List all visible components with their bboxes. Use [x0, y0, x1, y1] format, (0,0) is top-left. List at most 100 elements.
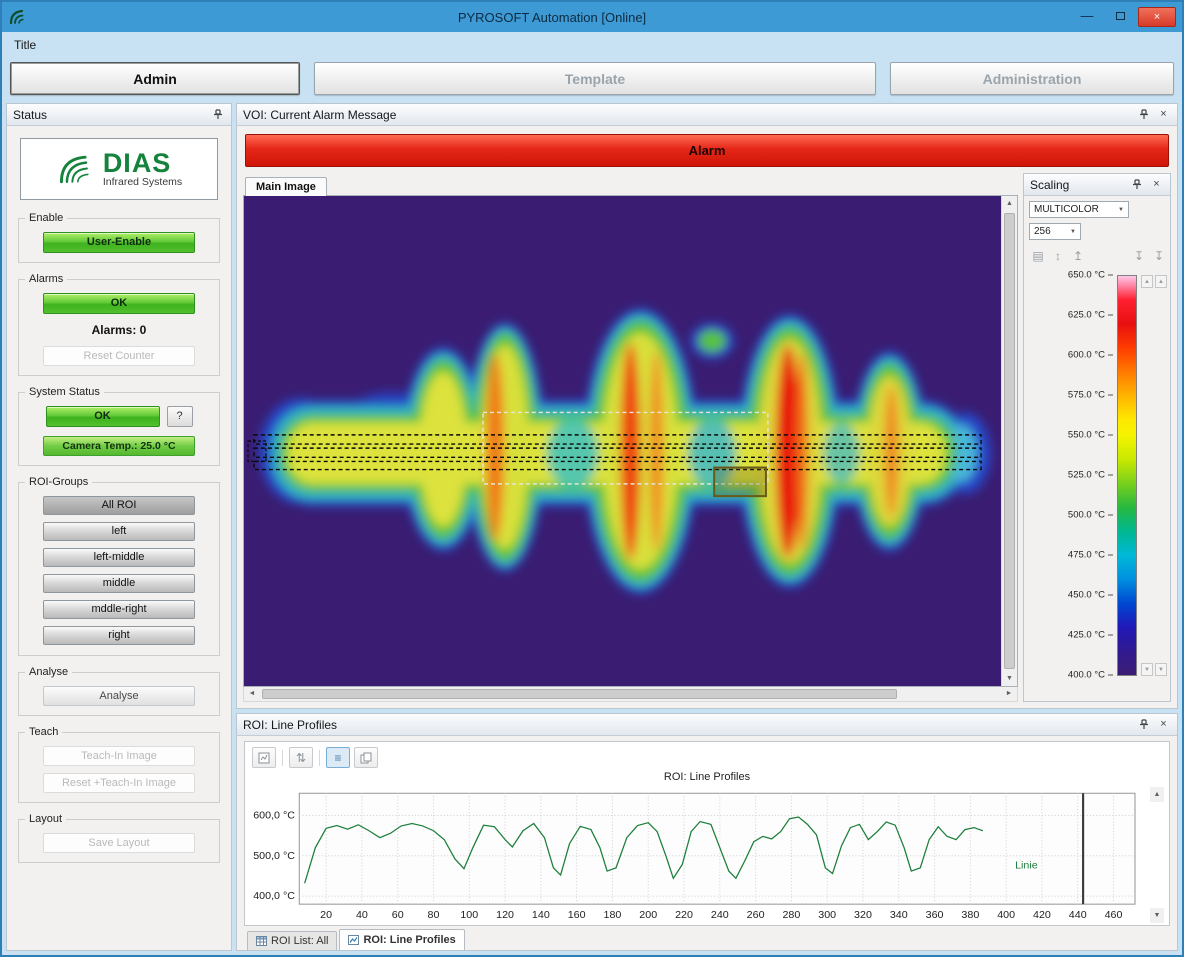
- legend-label: Linie: [1015, 860, 1038, 872]
- spin-up-icon[interactable]: ▲: [1141, 275, 1153, 288]
- roi-group-button-all-roi[interactable]: All ROI: [43, 496, 195, 515]
- thermal-image-viewport[interactable]: [244, 196, 1001, 686]
- spin-down-icon[interactable]: ▼: [1155, 663, 1167, 676]
- scaling-toolbar: ▤ ↕ ↥ ↧ ↧: [1031, 249, 1166, 263]
- sort-icon[interactable]: ⇅: [289, 747, 313, 768]
- pin-icon[interactable]: [210, 107, 225, 122]
- roi-group-button-left-middle[interactable]: left-middle: [43, 548, 195, 567]
- teach-in-image-button[interactable]: Teach-In Image: [43, 746, 195, 766]
- svg-text:340: 340: [890, 909, 908, 921]
- scrollbar-thumb[interactable]: [1004, 213, 1015, 669]
- autoscale-icon[interactable]: ↕: [1051, 249, 1065, 263]
- scroll-up-icon[interactable]: ▲: [1002, 196, 1017, 211]
- pin-icon[interactable]: [1129, 177, 1144, 192]
- scrollbar-track[interactable]: [1002, 211, 1017, 671]
- tab-template[interactable]: Template: [314, 62, 876, 95]
- spin-down-icon[interactable]: ▼: [1141, 663, 1153, 676]
- scrollbar-track[interactable]: [260, 687, 1001, 701]
- svg-text:400,0 °C: 400,0 °C: [253, 890, 295, 902]
- scrollbar-track[interactable]: [1150, 802, 1164, 908]
- list-view-icon[interactable]: ≡: [326, 747, 350, 768]
- scroll-down-icon[interactable]: ▼: [1002, 671, 1017, 686]
- spin-up-icon[interactable]: ▲: [1155, 275, 1167, 288]
- close-icon[interactable]: ×: [1149, 177, 1164, 192]
- user-enable-button[interactable]: User-Enable: [43, 232, 195, 253]
- camera-temp-indicator[interactable]: Camera Temp.: 25.0 °C: [43, 436, 195, 456]
- reset-counter-button[interactable]: Reset Counter: [43, 346, 195, 366]
- close-icon[interactable]: ×: [1156, 717, 1171, 732]
- svg-text:220: 220: [675, 909, 693, 921]
- window-title: PYROSOFT Automation [Online]: [32, 10, 1072, 25]
- enable-group: Enable User-Enable: [18, 218, 220, 263]
- roi-groups-group: ROI-Groups All ROIleftleft-middlemiddlem…: [18, 482, 220, 656]
- chart-vertical-scrollbar[interactable]: ▲ ▼: [1150, 787, 1164, 923]
- layout-group-label: Layout: [25, 813, 66, 825]
- close-button[interactable]: ×: [1138, 7, 1176, 27]
- min-adjust-icon[interactable]: ↧: [1152, 249, 1166, 263]
- close-icon[interactable]: ×: [1156, 107, 1171, 122]
- reset-teach-in-image-button[interactable]: Reset +Teach-In Image: [43, 773, 195, 793]
- color-scale-bar[interactable]: [1117, 275, 1137, 676]
- maximize-button[interactable]: [1105, 7, 1135, 27]
- roi-group-button-mddle-right[interactable]: mddle-right: [43, 600, 195, 619]
- svg-text:280: 280: [782, 909, 800, 921]
- scroll-up-icon[interactable]: ▲: [1150, 787, 1164, 802]
- tab-roi-list-all[interactable]: ROI List: All: [247, 931, 337, 950]
- chart-area: 2040608010012014016018020022024026028030…: [250, 787, 1150, 923]
- svg-text:160: 160: [568, 909, 586, 921]
- menu-item-title[interactable]: Title: [14, 38, 36, 52]
- pin-icon[interactable]: [1136, 717, 1151, 732]
- copy-icon[interactable]: [354, 747, 378, 768]
- palette-icon[interactable]: ▤: [1031, 249, 1045, 263]
- system-help-button[interactable]: ?: [167, 406, 193, 427]
- system-ok-indicator[interactable]: OK: [46, 406, 160, 427]
- nav-tabstrip: Admin Template Administration: [2, 57, 1182, 103]
- alarms-group-label: Alarms: [25, 273, 67, 285]
- svg-text:40: 40: [356, 909, 368, 921]
- line-profiles-header: ROI: Line Profiles ×: [237, 714, 1177, 736]
- pin-icon[interactable]: [1136, 107, 1151, 122]
- alarms-ok-indicator[interactable]: OK: [43, 293, 195, 314]
- thermal-image[interactable]: [244, 196, 1001, 686]
- tab-administration[interactable]: Administration: [890, 62, 1174, 95]
- scale-ticks: 650.0 °C625.0 °C600.0 °C575.0 °C550.0 °C…: [1029, 275, 1113, 676]
- roi-group-button-left[interactable]: left: [43, 522, 195, 541]
- scale-tick: 450.0 °C: [1068, 590, 1113, 601]
- image-vertical-scrollbar[interactable]: ▲ ▼: [1001, 196, 1017, 686]
- voi-body: Main Image: [237, 171, 1177, 708]
- image-horizontal-scrollbar[interactable]: ◄ ►: [243, 687, 1018, 702]
- tab-main-image[interactable]: Main Image: [245, 177, 327, 196]
- scroll-right-icon[interactable]: ►: [1001, 687, 1017, 701]
- levels-select[interactable]: 256 ▼: [1029, 223, 1081, 240]
- app-logo-icon: [8, 8, 26, 26]
- scrollbar-thumb[interactable]: [262, 689, 897, 699]
- svg-text:320: 320: [854, 909, 872, 921]
- roi-group-button-right[interactable]: right: [43, 626, 195, 645]
- export-image-icon[interactable]: [252, 747, 276, 768]
- roi-rect-small[interactable]: [714, 468, 766, 497]
- status-panel: Status DIAS: [6, 103, 232, 951]
- save-layout-button[interactable]: Save Layout: [43, 833, 195, 853]
- tab-roi-line-profiles[interactable]: ROI: Line Profiles: [339, 929, 464, 950]
- table-icon: [256, 936, 267, 946]
- max-adjust-icon[interactable]: ↧: [1132, 249, 1146, 263]
- scroll-down-icon[interactable]: ▼: [1150, 908, 1164, 923]
- status-panel-title: Status: [13, 108, 205, 122]
- scale-tick: 625.0 °C: [1068, 310, 1113, 321]
- logo-name: DIAS: [103, 151, 182, 176]
- image-section: Main Image: [243, 173, 1018, 702]
- roi-groups-label: ROI-Groups: [25, 476, 92, 488]
- scale-shift-up-icon[interactable]: ↥: [1071, 249, 1085, 263]
- tab-admin[interactable]: Admin: [10, 62, 300, 95]
- palette-select[interactable]: MULTICOLOR ▼: [1029, 201, 1129, 218]
- svg-text:420: 420: [1033, 909, 1051, 921]
- profile-chart-svg[interactable]: 2040608010012014016018020022024026028030…: [250, 787, 1150, 923]
- svg-text:300: 300: [818, 909, 836, 921]
- minimize-button[interactable]: —: [1072, 7, 1102, 27]
- app-window: PYROSOFT Automation [Online] — × Title A…: [0, 0, 1184, 957]
- analyse-group: Analyse Analyse: [18, 672, 220, 716]
- analyse-button[interactable]: Analyse: [43, 686, 195, 706]
- chart-title: ROI: Line Profiles: [250, 771, 1164, 787]
- roi-group-button-middle[interactable]: middle: [43, 574, 195, 593]
- scroll-left-icon[interactable]: ◄: [244, 687, 260, 701]
